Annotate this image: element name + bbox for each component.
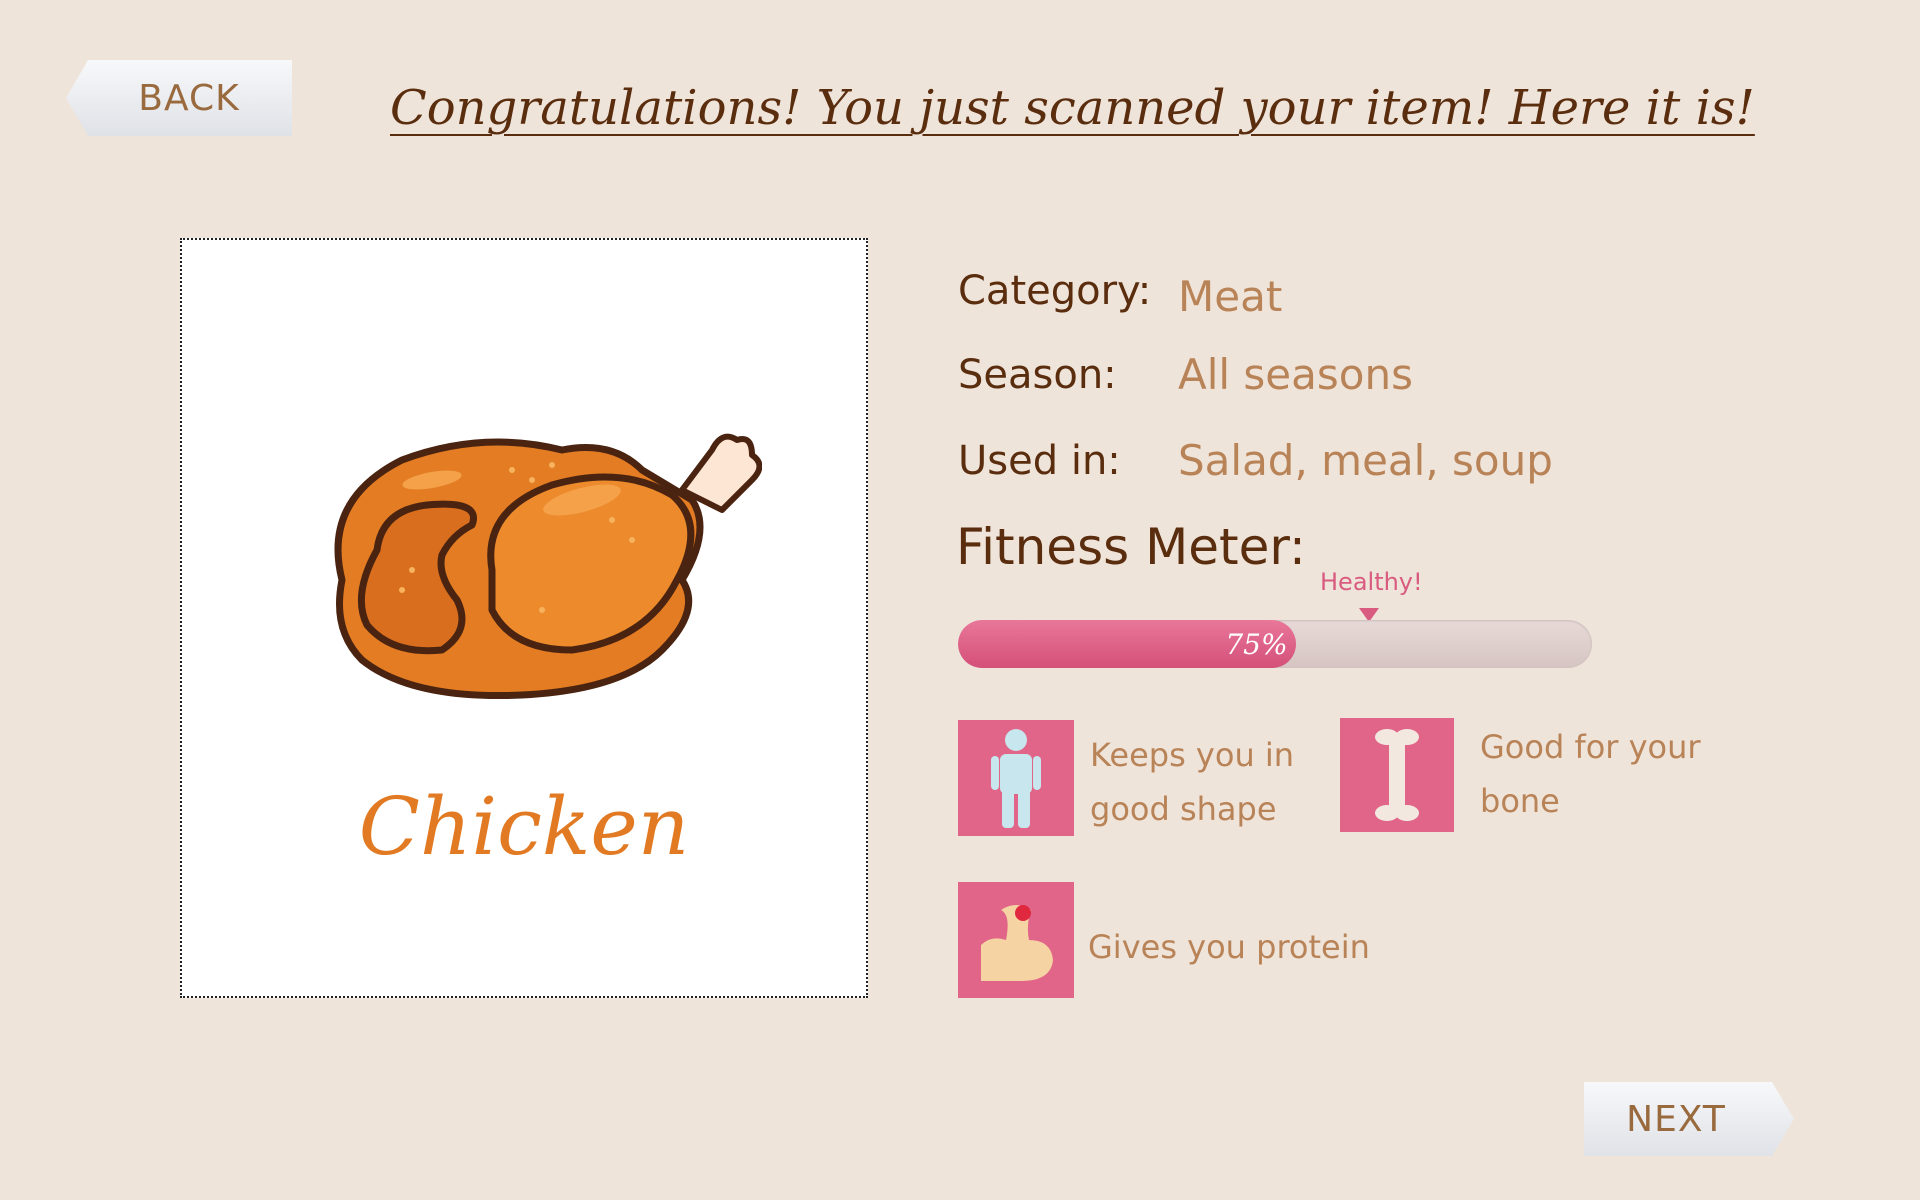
season-label: Season: xyxy=(958,352,1117,398)
next-button[interactable]: NEXT xyxy=(1584,1082,1794,1156)
roast-chicken-illustration xyxy=(334,433,762,700)
bone-icon xyxy=(1340,718,1454,832)
fitness-meter-title: Fitness Meter: xyxy=(956,518,1306,576)
fitness-meter: 75% xyxy=(958,620,1592,668)
benefit-shape-line1: Keeps you in xyxy=(1090,736,1295,774)
benefit-bone-line2: bone xyxy=(1480,782,1560,820)
back-button-label: BACK xyxy=(138,77,240,119)
fitness-meter-fill: 75% xyxy=(958,620,1296,668)
item-image-card: Chicken xyxy=(180,238,868,998)
benefit-shape-text: Keeps you in good shape xyxy=(1090,728,1294,836)
benefit-bone-text: Good for your bone xyxy=(1480,720,1701,828)
category-value: Meat xyxy=(1178,272,1283,321)
meter-marker-label: Healthy! xyxy=(1320,568,1423,596)
category-label: Category: xyxy=(958,268,1152,314)
muscle-arm-icon xyxy=(958,882,1074,998)
benefit-shape-line2: good shape xyxy=(1090,790,1277,828)
page-title: Congratulations! You just scanned your i… xyxy=(390,80,1755,136)
item-name: Chicken xyxy=(358,780,690,873)
benefit-bone-line1: Good for your xyxy=(1480,728,1701,766)
back-button[interactable]: BACK xyxy=(66,60,292,136)
used-in-label: Used in: xyxy=(958,438,1121,484)
fitness-meter-percent: 75% xyxy=(1225,628,1288,661)
benefit-protein-text: Gives you protein xyxy=(1088,928,1370,966)
person-icon xyxy=(958,720,1074,836)
next-button-label: NEXT xyxy=(1626,1098,1726,1140)
used-in-value: Salad, meal, soup xyxy=(1178,436,1553,485)
season-value: All seasons xyxy=(1178,350,1413,399)
